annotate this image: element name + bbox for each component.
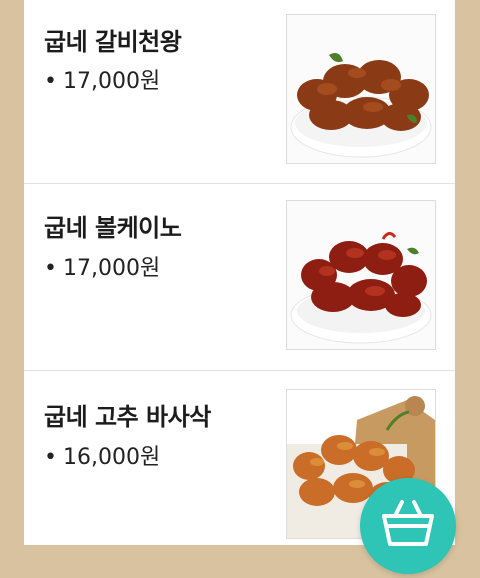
bullet: • (44, 445, 57, 470)
menu-item-galbi[interactable]: 굽네 갈비천왕 • 17,000원 (24, 0, 455, 186)
bullet: • (44, 256, 57, 281)
bullet: • (44, 69, 57, 94)
menu-item-name: 굽네 갈비천왕 (44, 28, 182, 56)
shopping-basket-icon (382, 500, 434, 546)
chicken-volcano-image (287, 201, 435, 349)
menu-item-price: • 16,000원 (44, 439, 160, 471)
menu-item-price: • 17,000원 (44, 250, 160, 282)
cart-button[interactable] (360, 478, 456, 574)
menu-item-volcano[interactable]: 굽네 볼케이노 • 17,000원 (24, 184, 455, 370)
menu-item-name: 굽네 볼케이노 (44, 214, 182, 242)
price-value: 17,000원 (62, 256, 161, 281)
chicken-galbi-image (287, 15, 435, 163)
menu-item-image[interactable] (286, 200, 436, 350)
menu-item-name: 굽네 고추 바사삭 (44, 403, 211, 431)
menu-item-price: • 17,000원 (44, 63, 160, 95)
menu-list: 굽네 갈비천왕 • 17,000원 굽네 볼케이노 • 17,000원 굽네 고… (24, 0, 455, 545)
menu-item-image[interactable] (286, 14, 436, 164)
price-value: 17,000원 (62, 69, 161, 94)
price-value: 16,000원 (62, 445, 161, 470)
